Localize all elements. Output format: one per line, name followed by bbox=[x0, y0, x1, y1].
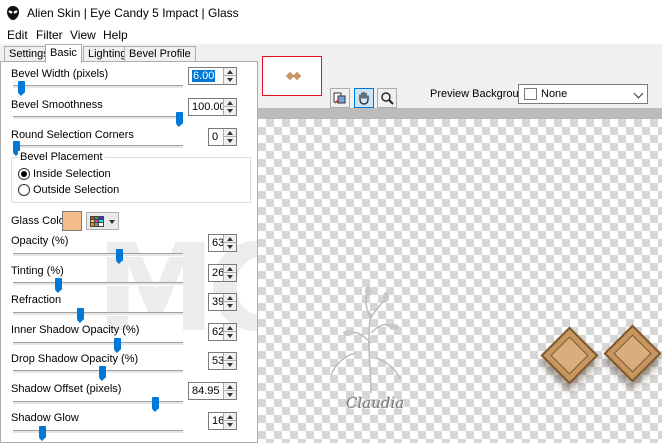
refraction-label: Refraction bbox=[11, 294, 62, 306]
window-title: Alien Skin | Eye Candy 5 Impact | Glass bbox=[27, 6, 239, 20]
chevron-down-icon bbox=[109, 220, 115, 224]
shadow-offset-spinner[interactable] bbox=[223, 383, 236, 399]
bevel-preview-button[interactable] bbox=[330, 88, 350, 108]
chevron-down-icon bbox=[633, 88, 644, 99]
drop-shadow-opacity-spinner[interactable] bbox=[223, 353, 236, 369]
refraction-input[interactable]: 39 bbox=[208, 293, 237, 311]
zoom-icon bbox=[381, 92, 394, 105]
background-swatch-icon bbox=[524, 88, 537, 100]
shadow-glow-spinner[interactable] bbox=[223, 413, 236, 429]
inner-shadow-opacity-spinner[interactable] bbox=[223, 324, 236, 340]
bevel-width-slider[interactable] bbox=[13, 81, 183, 96]
glass-color-swatch[interactable] bbox=[62, 211, 82, 231]
alien-skin-logo-icon bbox=[7, 6, 19, 20]
drop-shadow-opacity-slider[interactable] bbox=[13, 366, 183, 381]
opacity-input[interactable]: 63 bbox=[208, 234, 237, 252]
inside-selection-label[interactable]: Inside Selection bbox=[33, 168, 111, 180]
inner-shadow-opacity-slider[interactable] bbox=[13, 338, 183, 353]
shadow-glow-label: Shadow Glow bbox=[11, 412, 79, 424]
menu-help[interactable]: Help bbox=[103, 28, 128, 42]
inside-selection-radio[interactable] bbox=[18, 168, 30, 180]
bevel-width-label: Bevel Width (pixels) bbox=[11, 68, 109, 80]
round-corners-spinner[interactable] bbox=[223, 129, 236, 145]
outside-selection-radio[interactable] bbox=[18, 184, 30, 196]
drop-shadow-opacity-label: Drop Shadow Opacity (%) bbox=[11, 353, 139, 365]
opacity-slider-thumb[interactable] bbox=[116, 249, 123, 264]
bevel-smoothness-input[interactable]: 100.00 bbox=[188, 98, 237, 116]
preview-background-value: None bbox=[541, 88, 568, 100]
refraction-spinner[interactable] bbox=[223, 294, 236, 310]
color-picker-button[interactable] bbox=[86, 212, 119, 230]
shadow-offset-slider-thumb[interactable] bbox=[152, 397, 159, 412]
opacity-slider[interactable] bbox=[13, 249, 183, 264]
refraction-slider[interactable] bbox=[13, 308, 183, 323]
tinting-slider-thumb[interactable] bbox=[55, 278, 62, 293]
floral-watermark-icon bbox=[330, 286, 401, 394]
basic-settings-panel: MC Bevel Width (pixels) 6.00 Bevel Smoot… bbox=[0, 61, 258, 443]
round-corners-value: 0 bbox=[212, 131, 219, 143]
shadow-glow-slider[interactable] bbox=[13, 426, 183, 441]
shadow-offset-slider[interactable] bbox=[13, 397, 183, 412]
preview-canvas[interactable]: Claudia bbox=[258, 119, 662, 443]
bevel-smoothness-label: Bevel Smoothness bbox=[11, 99, 103, 111]
bevel-preview-icon bbox=[333, 92, 346, 104]
preview-area: Preview Background: None Claudia bbox=[258, 44, 662, 443]
bevel-smoothness-slider-thumb[interactable] bbox=[176, 112, 183, 127]
zoom-tool-button[interactable] bbox=[377, 88, 397, 108]
navigator-thumbnail[interactable] bbox=[262, 56, 322, 96]
round-corners-input[interactable]: 0 bbox=[208, 128, 237, 146]
shadow-offset-value: 84.95 bbox=[192, 385, 220, 397]
inner-shadow-opacity-slider-thumb[interactable] bbox=[114, 338, 121, 353]
bevel-width-input[interactable]: 6.00 bbox=[188, 67, 237, 85]
opacity-spinner[interactable] bbox=[223, 235, 236, 251]
shadow-glow-slider-thumb[interactable] bbox=[39, 426, 46, 441]
tab-basic[interactable]: Basic bbox=[45, 44, 82, 63]
inner-shadow-opacity-label: Inner Shadow Opacity (%) bbox=[11, 324, 140, 336]
menu-filter[interactable]: Filter bbox=[36, 28, 63, 42]
glass-color-label: Glass Color bbox=[11, 215, 69, 227]
drop-shadow-opacity-slider-thumb[interactable] bbox=[99, 366, 106, 381]
tinting-label: Tinting (%) bbox=[11, 265, 64, 277]
bevel-smoothness-value: 100.00 bbox=[192, 101, 226, 113]
round-corners-slider[interactable] bbox=[13, 141, 183, 156]
tinting-spinner[interactable] bbox=[223, 265, 236, 281]
preview-background-select[interactable]: None bbox=[518, 84, 648, 104]
bevel-width-value: 6.00 bbox=[192, 70, 216, 82]
hand-icon bbox=[359, 91, 369, 105]
bevel-width-spinner[interactable] bbox=[223, 68, 236, 84]
menu-bar: Edit Filter View Help bbox=[0, 26, 662, 44]
title-bar: Alien Skin | Eye Candy 5 Impact | Glass bbox=[0, 0, 662, 26]
outside-selection-label[interactable]: Outside Selection bbox=[33, 184, 119, 196]
preview-divider bbox=[258, 108, 662, 119]
hand-tool-button[interactable] bbox=[354, 88, 374, 108]
tab-bevel-profile[interactable]: Bevel Profile bbox=[124, 46, 196, 62]
refraction-slider-thumb[interactable] bbox=[77, 308, 84, 323]
tinting-input[interactable]: 26 bbox=[208, 264, 237, 282]
color-grid-icon bbox=[90, 216, 104, 227]
tinting-slider[interactable] bbox=[13, 278, 183, 293]
menu-view[interactable]: View bbox=[70, 28, 96, 42]
opacity-label: Opacity (%) bbox=[11, 235, 69, 247]
bevel-width-slider-thumb[interactable] bbox=[18, 81, 25, 96]
inner-shadow-opacity-input[interactable]: 62 bbox=[208, 323, 237, 341]
navigator-preview-icon bbox=[285, 71, 302, 81]
bevel-smoothness-spinner[interactable] bbox=[223, 99, 236, 115]
bevel-placement-legend: Bevel Placement bbox=[18, 151, 105, 163]
round-corners-label: Round Selection Corners bbox=[11, 129, 134, 141]
glass-gem-right bbox=[603, 324, 662, 383]
drop-shadow-opacity-input[interactable]: 53 bbox=[208, 352, 237, 370]
menu-edit[interactable]: Edit bbox=[7, 28, 28, 42]
watermark-signature: Claudia bbox=[346, 394, 405, 412]
shadow-offset-label: Shadow Offset (pixels) bbox=[11, 383, 122, 395]
bevel-smoothness-slider[interactable] bbox=[13, 112, 183, 127]
glass-gem-left bbox=[540, 326, 599, 385]
settings-tabs: Settings Basic Lighting Bevel Profile bbox=[0, 44, 258, 63]
bevel-placement-group: Bevel Placement Inside Selection Outside… bbox=[11, 151, 251, 203]
shadow-offset-input[interactable]: 84.95 bbox=[188, 382, 237, 400]
shadow-glow-input[interactable]: 16 bbox=[208, 412, 237, 430]
